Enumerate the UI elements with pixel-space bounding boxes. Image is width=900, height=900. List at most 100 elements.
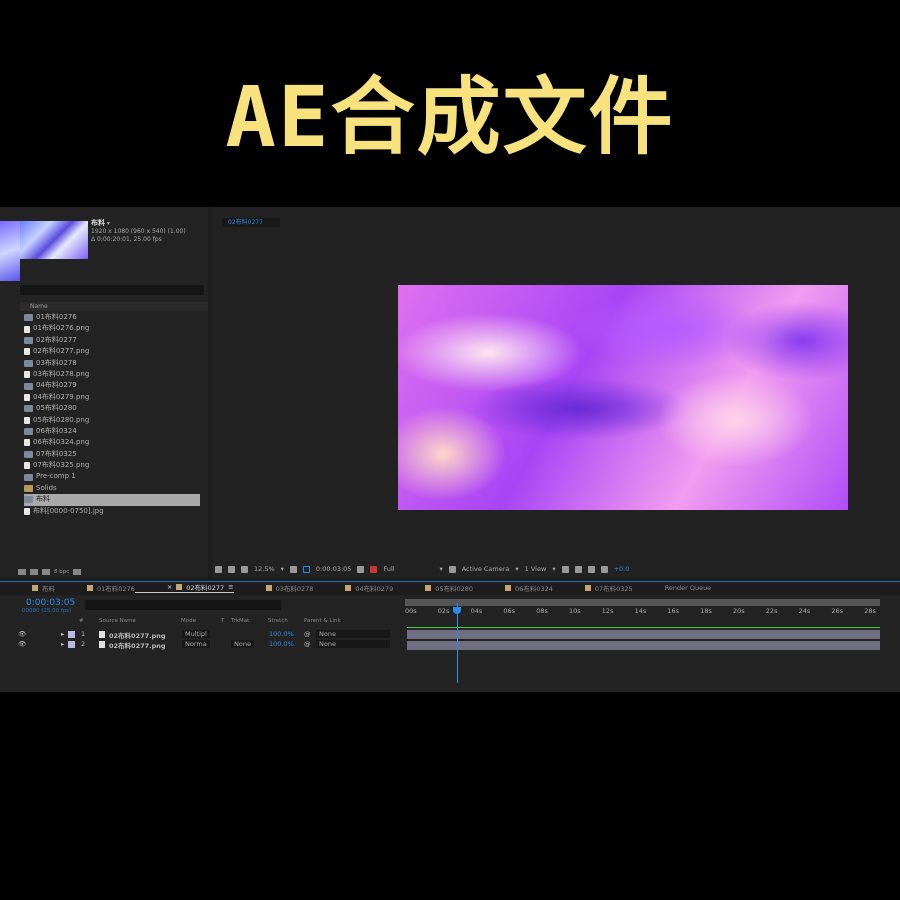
timeline-search-input[interactable] bbox=[85, 600, 281, 610]
project-item[interactable]: 02布料0277.png bbox=[24, 346, 200, 357]
resolution-select[interactable]: Full bbox=[383, 565, 433, 573]
comp-tab[interactable]: 05布料0280 bbox=[393, 583, 473, 593]
project-item[interactable]: 05布料0280 bbox=[24, 403, 200, 414]
time-tick: 24s bbox=[798, 607, 811, 615]
color-channel-icon[interactable] bbox=[370, 565, 378, 573]
comp-tab[interactable]: 07布料0325 bbox=[553, 583, 633, 593]
header-stretch[interactable]: Stretch bbox=[268, 618, 288, 624]
header-parent[interactable]: Parent & Link bbox=[304, 618, 341, 624]
comp-tab[interactable]: 03布料0278 bbox=[234, 583, 313, 593]
label-color-icon[interactable] bbox=[68, 640, 75, 648]
pickwhip-icon[interactable]: @ bbox=[304, 640, 311, 648]
camera-select[interactable]: Active Camera bbox=[462, 565, 510, 573]
eye-icon[interactable]: 👁 bbox=[18, 630, 26, 638]
flowchart-icon[interactable] bbox=[587, 565, 595, 573]
close-icon[interactable]: × bbox=[167, 583, 172, 591]
eye-icon[interactable]: 👁 bbox=[18, 640, 26, 648]
timeline-timecode[interactable]: 0:00:03:05 bbox=[26, 598, 75, 608]
transparency-grid-icon[interactable] bbox=[448, 565, 456, 573]
after-effects-window: 布料 ▾ 1920 x 1080 (960 x 540) (1.00) Δ 0:… bbox=[0, 207, 900, 692]
time-tick: 10s bbox=[569, 607, 581, 615]
layer-bar-2[interactable] bbox=[407, 641, 880, 650]
magnify-icon[interactable] bbox=[215, 565, 222, 573]
views-select[interactable]: 1 View bbox=[525, 565, 547, 573]
project-item[interactable]: 06布料0324 bbox=[24, 426, 200, 437]
stretch-value[interactable]: 100.0% bbox=[269, 630, 294, 638]
project-item-label: 布料[0000-0750].jpg bbox=[33, 506, 104, 515]
header-source[interactable]: Source Name bbox=[99, 618, 136, 624]
footage-icon bbox=[99, 640, 105, 648]
project-item[interactable]: 03布料0278 bbox=[24, 358, 200, 369]
expand-icon[interactable]: ▸ bbox=[61, 640, 64, 648]
pickwhip-icon[interactable]: @ bbox=[304, 630, 311, 638]
comp-icon bbox=[24, 473, 33, 481]
project-item[interactable]: 06布料0324.png bbox=[24, 437, 200, 448]
mode-select[interactable]: Norma bbox=[182, 640, 210, 648]
header-mode[interactable]: Mode bbox=[181, 618, 196, 624]
layer-row[interactable]: 👁 ▸ 1 02布料0277.png Multipl 100.0% @ None bbox=[16, 629, 406, 640]
trash-icon[interactable] bbox=[73, 568, 82, 575]
zoom-select[interactable]: 12.5% bbox=[254, 565, 275, 573]
expand-icon[interactable]: ▸ bbox=[61, 630, 64, 638]
time-tick: 16s bbox=[667, 607, 680, 615]
project-item[interactable]: 02布料0277 bbox=[24, 335, 200, 346]
comp-tab[interactable]: × 02布料0277 ≡ bbox=[134, 582, 234, 593]
folder-icon[interactable] bbox=[30, 568, 38, 575]
label-color-icon bbox=[425, 584, 432, 591]
project-item[interactable]: Pre-comp 1 bbox=[24, 471, 200, 482]
project-item[interactable]: 07布料0325 bbox=[24, 449, 200, 460]
project-search-input[interactable] bbox=[20, 285, 204, 295]
snapshot-icon[interactable] bbox=[574, 565, 582, 573]
label-color-icon[interactable] bbox=[68, 630, 75, 638]
layer-name[interactable]: 02布料0277.png bbox=[109, 640, 166, 650]
camera-icon[interactable] bbox=[357, 565, 365, 573]
png-icon bbox=[24, 439, 30, 447]
project-item[interactable]: 布料 bbox=[24, 494, 200, 506]
monitor-icon[interactable] bbox=[228, 565, 235, 573]
project-item[interactable]: 布料[0000-0750].jpg bbox=[24, 506, 200, 517]
trkmat-select[interactable]: None bbox=[231, 640, 254, 648]
fit-icon[interactable] bbox=[289, 565, 297, 573]
exposure-value[interactable]: +0.0 bbox=[614, 565, 630, 573]
playhead-line[interactable] bbox=[457, 603, 459, 683]
timeline-panel: 0:00:03:05 00080 (25.00 fps) # Source Na… bbox=[0, 595, 900, 692]
mode-select[interactable]: Multipl bbox=[182, 630, 210, 638]
project-item[interactable]: 04布料0279.png bbox=[24, 392, 200, 403]
project-item-label: 03布料0278 bbox=[36, 358, 77, 367]
parent-select[interactable]: None bbox=[316, 630, 390, 638]
project-item[interactable]: Solids bbox=[24, 483, 200, 494]
mask-icon[interactable] bbox=[241, 565, 248, 573]
project-item[interactable]: 07布料0325.png bbox=[24, 460, 200, 471]
layer-row[interactable]: 👁 ▸ 2 02布料0277.png Norma None 100.0% @ N… bbox=[16, 639, 406, 650]
viewer-timecode[interactable]: 0:00:03:05 bbox=[316, 565, 352, 573]
bpc-button[interactable]: 8 bpc bbox=[54, 569, 69, 575]
project-item[interactable]: 01布料0276 bbox=[24, 312, 200, 323]
comp-tab[interactable]: 布料 bbox=[0, 583, 55, 593]
project-item[interactable]: 01布料0276.png bbox=[24, 323, 200, 334]
gear-icon[interactable] bbox=[600, 565, 608, 573]
region-icon[interactable] bbox=[302, 565, 310, 573]
png-icon bbox=[24, 416, 30, 424]
column-name[interactable]: Name bbox=[20, 302, 208, 311]
label-color-icon bbox=[176, 584, 183, 590]
time-ruler[interactable]: 00s 02s 04s 06s 08s 10s 12s 14s 16s 18s 20s 22s 24s 2… bbox=[405, 607, 880, 617]
comp-tab[interactable]: 06布料0324 bbox=[473, 583, 553, 593]
comp-tab[interactable]: Render Queue bbox=[633, 584, 712, 592]
reset-exposure-icon[interactable] bbox=[561, 565, 569, 573]
new-comp-icon[interactable] bbox=[42, 568, 50, 575]
comp-tab[interactable]: 04布料0279 bbox=[313, 583, 393, 593]
header-trkmat[interactable]: TrkMat bbox=[231, 618, 249, 624]
stretch-value[interactable]: 100.0% bbox=[269, 640, 294, 648]
project-item[interactable]: 05布料0280.png bbox=[24, 415, 200, 426]
project-item-label: 01布料0276.png bbox=[33, 324, 90, 333]
comp-tab[interactable]: 01布料0276 bbox=[55, 583, 135, 593]
work-area-bar[interactable] bbox=[405, 599, 880, 606]
parent-select[interactable]: None bbox=[316, 640, 390, 648]
layer-bar-1[interactable] bbox=[407, 630, 880, 639]
interpret-icon[interactable] bbox=[18, 568, 26, 575]
comp-thumbnail bbox=[20, 221, 88, 259]
project-item[interactable]: 04布料0279 bbox=[24, 380, 200, 391]
project-item[interactable]: 03布料0278.png bbox=[24, 369, 200, 380]
tab-label: 05布料0280 bbox=[435, 584, 474, 593]
viewer-tab[interactable]: 02布料0277 bbox=[222, 218, 280, 227]
